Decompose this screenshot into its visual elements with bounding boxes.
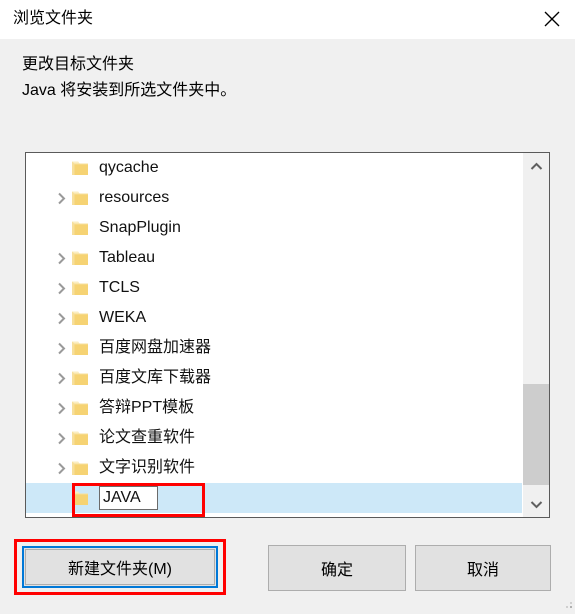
folder-icon [71, 453, 93, 483]
scrollbar-up-button[interactable] [523, 153, 549, 179]
tree-row-label: WEKA [99, 309, 147, 326]
tree-row-label: qycache [99, 159, 159, 176]
chevron-right-icon[interactable] [51, 423, 71, 453]
dialog-header: 更改目标文件夹 Java 将安装到所选文件夹中。 [22, 52, 522, 104]
tree-row-label: 答辩PPT模板 [99, 399, 195, 416]
tree-row-label: 文字识别软件 [99, 459, 196, 476]
folder-rename-input[interactable]: JAVA [99, 486, 158, 510]
tree-row[interactable]: 百度网盘加速器 [26, 333, 523, 363]
chevron-down-icon [530, 500, 543, 509]
folder-icon [71, 153, 93, 183]
tree-row[interactable]: TCLS [26, 273, 523, 303]
header-line-secondary: Java 将安装到所选文件夹中。 [22, 82, 237, 99]
new-folder-button-label: 新建文件夹(M) [68, 561, 172, 578]
cancel-button[interactable]: 取消 [415, 545, 551, 591]
tree-row-label: TCLS [99, 279, 140, 296]
folder-icon [71, 483, 93, 513]
chevron-right-icon[interactable] [51, 273, 71, 303]
scrollbar-thumb[interactable] [523, 384, 549, 485]
tree-row[interactable]: resources [26, 183, 523, 213]
chevron-right-icon [51, 483, 71, 513]
chevron-right-icon [51, 213, 71, 243]
tree-row-label: resources [99, 189, 170, 206]
folder-icon [71, 363, 93, 393]
folder-icon [71, 303, 93, 333]
window-title: 浏览文件夹 [13, 10, 94, 27]
close-button[interactable] [529, 0, 575, 38]
vertical-scrollbar[interactable] [522, 153, 549, 517]
resize-grip[interactable] [561, 596, 573, 608]
folder-icon [71, 273, 93, 303]
chevron-right-icon[interactable] [51, 303, 71, 333]
close-icon [543, 10, 561, 28]
chevron-right-icon[interactable] [51, 453, 71, 483]
chevron-right-icon[interactable] [51, 333, 71, 363]
cancel-button-label: 取消 [466, 562, 499, 579]
tree-row-label: Tableau [99, 249, 156, 266]
chevron-right-icon[interactable] [51, 363, 71, 393]
folder-icon [71, 333, 93, 363]
tree-row[interactable]: 论文查重软件 [26, 423, 523, 453]
chevron-right-icon[interactable] [51, 243, 71, 273]
tree-row[interactable]: JAVA [26, 483, 523, 513]
tree-row[interactable]: WEKA [26, 303, 523, 333]
ok-button-label: 确定 [320, 562, 353, 579]
chevron-right-icon [51, 153, 71, 183]
chevron-right-icon[interactable] [51, 393, 71, 423]
tree-row-label: 论文查重软件 [99, 429, 196, 446]
folder-icon [71, 183, 93, 213]
folder-icon [71, 243, 93, 273]
tree-row-label: SnapPlugin [99, 219, 181, 236]
folder-tree-list: qycache resources SnapPlugin Tableau TCLS WEK… [26, 153, 523, 517]
tree-row-label: 百度文库下载器 [99, 369, 212, 386]
scrollbar-track[interactable] [523, 179, 549, 491]
ok-button[interactable]: 确定 [268, 545, 406, 591]
tree-row[interactable]: 百度文库下载器 [26, 363, 523, 393]
tree-row[interactable]: 答辩PPT模板 [26, 393, 523, 423]
header-line-primary: 更改目标文件夹 [22, 56, 135, 73]
tree-row[interactable]: Tableau [26, 243, 523, 273]
chevron-right-icon[interactable] [51, 183, 71, 213]
tree-row[interactable]: SnapPlugin [26, 213, 523, 243]
folder-icon [71, 423, 93, 453]
folder-icon [71, 213, 93, 243]
tree-row[interactable]: qycache [26, 153, 523, 183]
scrollbar-down-button[interactable] [523, 491, 549, 517]
window-titlebar: 浏览文件夹 [0, 0, 575, 39]
tree-row[interactable]: 文字识别软件 [26, 453, 523, 483]
new-folder-button[interactable]: 新建文件夹(M) [22, 546, 218, 588]
chevron-up-icon [530, 162, 543, 171]
folder-tree-box[interactable]: qycache resources SnapPlugin Tableau TCLS WEK… [25, 152, 550, 518]
tree-row-label: 百度网盘加速器 [99, 339, 212, 356]
folder-icon [71, 393, 93, 423]
